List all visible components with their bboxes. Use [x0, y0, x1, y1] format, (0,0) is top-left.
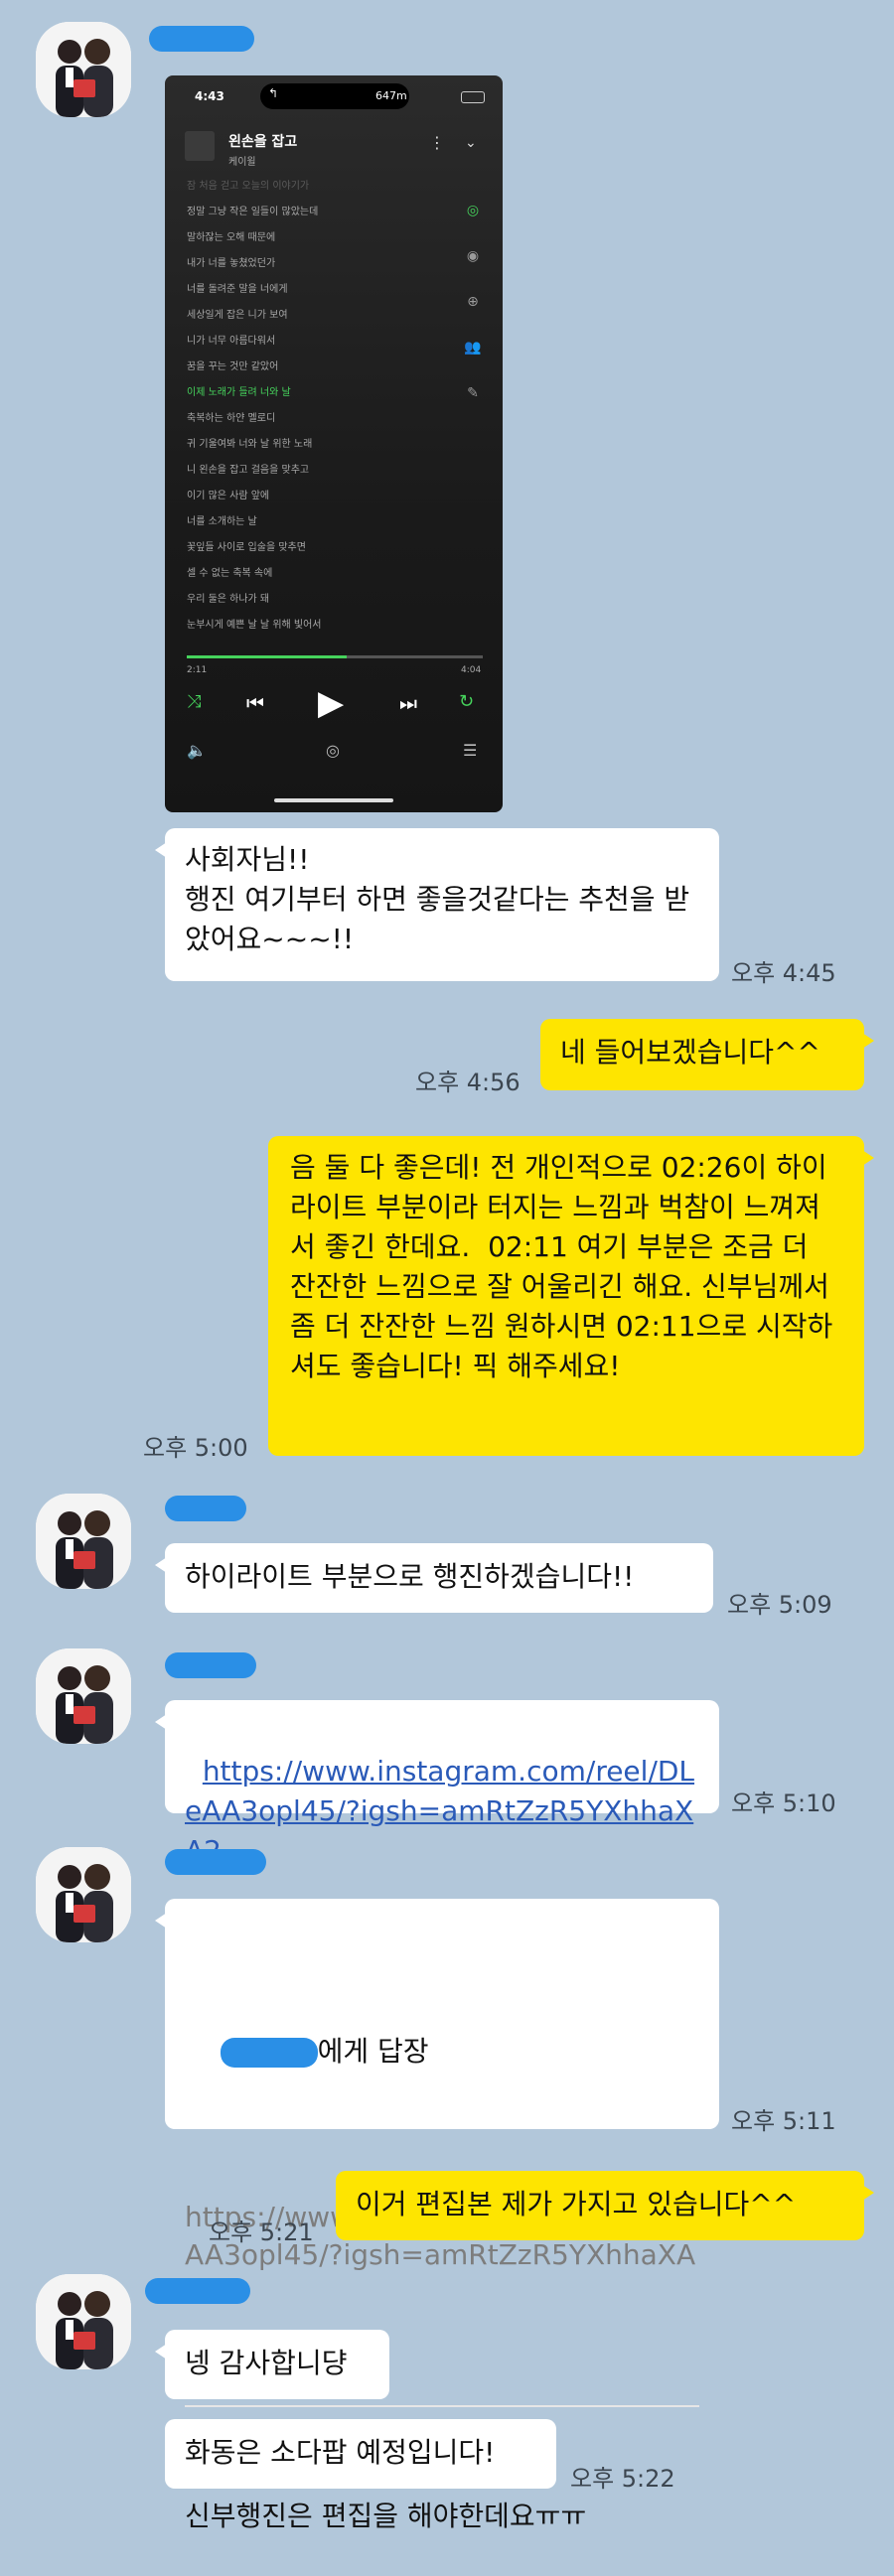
- lyric-line: 내가 너를 놓쳤었던가: [187, 258, 276, 269]
- lyric-line: 축복하는 하얀 멜로디: [187, 413, 276, 424]
- status-badge: 647m: [375, 89, 407, 102]
- avatar[interactable]: [36, 1847, 131, 1942]
- message-time: 오후 5:10: [731, 1789, 836, 1817]
- next-icon[interactable]: ⏭: [399, 691, 417, 715]
- lyric-line: 니 왼손을 잡고 걸음을 맞추고: [187, 465, 310, 476]
- album-art-icon: [185, 131, 215, 161]
- avatar[interactable]: [36, 1648, 131, 1744]
- reply-target-redacted: [220, 2038, 318, 2068]
- message-time: 오후 5:11: [731, 2107, 836, 2135]
- lyric-line: 꽃잎들 사이로 입술을 맞추면: [187, 542, 306, 553]
- instagram-link[interactable]: https://www.instagram.com/reel/DLeAA3opl…: [185, 1755, 694, 1867]
- repeat-icon[interactable]: ↻: [459, 691, 474, 712]
- lyric-line-active: 이제 노래가 들려 너와 날: [187, 387, 291, 398]
- sender-name-redacted: [165, 1849, 266, 1875]
- message-time: 오후 5:09: [727, 1591, 832, 1619]
- lyric-line: 꿈을 꾸는 것만 같았어: [187, 361, 279, 372]
- sender-name-redacted: [145, 2278, 250, 2304]
- people-icon: 👥: [464, 340, 482, 356]
- lyric-line: 눈부시게 예쁜 날 날 위해 빛어서: [187, 620, 322, 631]
- sender-name-redacted: [165, 1496, 246, 1521]
- message-bubble: 사회자님!! 행진 여기부터 하면 좋을것같다는 추천을 받았어요~~~!!: [155, 828, 719, 981]
- song-title: 왼손을 잡고: [228, 134, 298, 150]
- battery-icon: [461, 91, 485, 103]
- avatar-photo: [36, 1847, 131, 1942]
- lyric-line: 세상일게 잡은 니가 보여: [187, 310, 288, 321]
- link-message-bubble: https://www.instagram.com/reel/DLeAA3opl…: [155, 1700, 719, 1867]
- side-icons: ◎ ◉ ⊕ 👥 ✎: [461, 203, 485, 401]
- avatar[interactable]: [36, 2274, 131, 2369]
- previous-icon[interactable]: ⏮: [246, 691, 264, 715]
- avatar[interactable]: [36, 1494, 131, 1589]
- lyric-line: 셀 수 없는 축복 속에: [187, 568, 273, 579]
- avatar-photo: [36, 22, 131, 117]
- mic-icon: ◎: [466, 203, 480, 218]
- lyric-line: 잠 처음 걷고 오늘의 이야기가: [187, 181, 310, 192]
- message-time: 오후 5:22: [570, 2465, 675, 2493]
- my-message-bubble: 네 들어보겠습니다^^: [540, 1019, 874, 1090]
- avatar-photo: [36, 1494, 131, 1589]
- play-icon[interactable]: ▶: [318, 683, 344, 723]
- progress-fill: [187, 655, 347, 658]
- more-options-icon: ⋮: [429, 133, 445, 152]
- lyric-line: 우리 둘은 하나가 돼: [187, 594, 270, 605]
- airplay-icon[interactable]: ◎: [326, 741, 340, 760]
- timer-icon: ◉: [466, 248, 480, 264]
- reply-message-bubble: 에게 답장 https://www.instagram.com/reel/DLe…: [155, 1899, 719, 2532]
- message-time: 오후 5:00: [143, 1434, 248, 1462]
- reply-text: 신부행진은 편집을 해야한데요ㅠㅠ: [185, 2500, 587, 2532]
- message-time: 오후 4:56: [415, 1069, 521, 1096]
- back-arrow-icon: ↰: [268, 86, 279, 100]
- sender-name-redacted: [165, 1652, 256, 1678]
- artist-name: 케이윌: [228, 157, 256, 168]
- chevron-down-icon: ⌄: [465, 135, 477, 151]
- lyrics-list: 잠 처음 걷고 오늘의 이야기가 정말 그냥 작은 일들이 많았는데 말하잖는 …: [187, 179, 435, 634]
- my-message-bubble: 이거 편집본 제가 가지고 있습니다^^: [336, 2171, 874, 2240]
- shuffle-icon[interactable]: ⤨: [187, 691, 201, 712]
- song-lyrics-screenshot[interactable]: 4:43 ↰ 647m 왼손을 잡고 케이윌 ⋮ ⌄ 잠 처음 걷고 오늘의 이…: [165, 75, 503, 812]
- lyric-line: 니가 너무 아름다워서: [187, 336, 276, 347]
- reply-header-label: 에게 답장: [317, 2035, 429, 2068]
- lyric-line: 말하잖는 오해 때문에: [187, 232, 276, 243]
- message-bubble: 넹 감사합니댱: [155, 2330, 389, 2399]
- avatar-photo: [36, 1648, 131, 1744]
- status-time: 4:43: [195, 89, 224, 103]
- message-time: 오후 4:45: [731, 959, 836, 987]
- avatar-photo: [36, 2274, 131, 2369]
- pen-icon: ✎: [467, 385, 479, 401]
- message-bubble: 화동은 소다팝 예정입니다!: [165, 2419, 556, 2489]
- duration-time: 4:04: [461, 665, 482, 675]
- my-message-bubble: 음 둘 다 좋은데! 전 개인적으로 02:26이 하이라이트 부분이라 터지는…: [268, 1136, 874, 1456]
- speaker-icon[interactable]: 🔈: [187, 741, 207, 760]
- queue-icon[interactable]: ☰: [463, 741, 477, 760]
- lyric-line: 너를 소개하는 날: [187, 516, 257, 527]
- avatar[interactable]: [36, 22, 131, 117]
- lyric-line: 귀 기울여봐 너와 날 위한 노래: [187, 439, 313, 450]
- elapsed-time: 2:11: [187, 665, 208, 675]
- message-bubble: 하이라이트 부분으로 행진하겠습니다!!: [155, 1543, 713, 1613]
- reply-header: 에게 답장: [185, 1992, 699, 2111]
- lyric-line: 정말 그냥 작은 일들이 많았는데: [187, 207, 319, 217]
- message-time: 오후 5:21: [209, 2218, 314, 2246]
- reply-divider: [185, 2405, 699, 2407]
- lyric-line: 이기 많은 사람 앞에: [187, 491, 270, 501]
- globe-icon: ⊕: [467, 294, 479, 310]
- lyric-line: 너를 돌려준 말을 너에게: [187, 284, 288, 295]
- sender-name-redacted: [149, 26, 254, 52]
- home-indicator: [274, 798, 393, 802]
